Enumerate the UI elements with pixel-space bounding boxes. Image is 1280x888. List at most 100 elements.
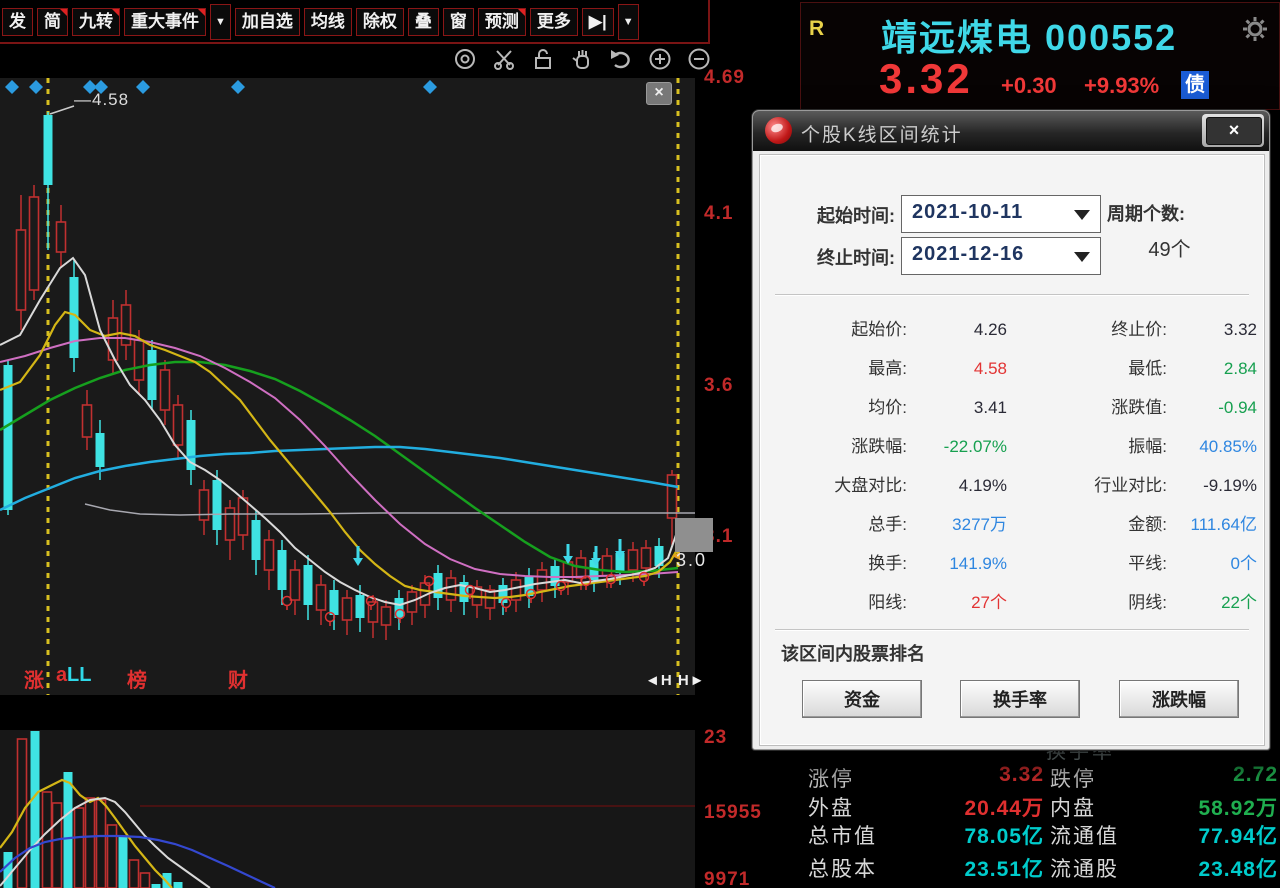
toolbar-button-更多[interactable]: 更多 — [530, 8, 578, 36]
toolbar-button-重大事件[interactable]: 重大事件 — [124, 8, 206, 36]
volume-bar — [86, 798, 95, 888]
stat-label: 行业对比: — [1017, 466, 1167, 505]
stat-value: 3277万 — [911, 505, 1007, 544]
lock-icon[interactable] — [530, 46, 556, 72]
bottom-stats-panel: 涨停3.32跌停2.72外盘20.44万内盘58.92万总市值78.05亿流通值… — [806, 748, 1280, 888]
stock-code: 000552 — [1045, 17, 1177, 58]
stat-label: 总股本 — [808, 853, 877, 883]
volume-bar — [152, 884, 161, 888]
chart-tag-榜: 榜 — [127, 664, 147, 693]
candle — [30, 197, 39, 290]
stat-label: 金额: — [1017, 505, 1167, 544]
stat-value: 27个 — [911, 583, 1007, 622]
stat-value: 2.72 — [1166, 763, 1278, 787]
sell-arrow-head — [353, 558, 363, 566]
ranking-button-资金[interactable]: 资金 — [802, 680, 922, 718]
quote-stat-row: 涨停3.32跌停2.72 — [806, 763, 1280, 789]
toolbar-button-加自选[interactable]: 加自选 — [235, 8, 300, 36]
stat-label: 外盘 — [808, 792, 854, 822]
range-drag-handle[interactable] — [675, 518, 713, 552]
period-count-value: 49个 — [1107, 233, 1232, 262]
toolbar-button-预测[interactable]: 预测 — [478, 8, 526, 36]
stat-value: 20.44万 — [926, 792, 1044, 822]
toolbar-button-▶|[interactable]: ▶| — [582, 8, 614, 36]
chart-tag-LL: LL — [67, 664, 91, 687]
zoom-out-icon[interactable] — [686, 46, 712, 72]
volume-bar — [108, 825, 117, 888]
candle — [343, 598, 352, 620]
margin-r-badge: R — [809, 17, 824, 41]
volume-bar — [174, 882, 183, 888]
kline-chart[interactable] — [0, 78, 695, 695]
start-date-dropdown[interactable]: 2021-10-11 — [901, 195, 1101, 233]
scissors-icon[interactable] — [491, 46, 517, 72]
volume-chart[interactable] — [0, 730, 695, 888]
candle — [239, 498, 248, 535]
candle — [200, 490, 209, 520]
dialog-titlebar[interactable]: 个股K线区间统计 × — [753, 111, 1269, 151]
toolbar-button-简[interactable]: 简 — [37, 8, 68, 36]
stat-label: 流通值 — [1050, 820, 1119, 850]
gear-icon[interactable] — [1241, 15, 1269, 48]
event-diamond-icon[interactable] — [136, 80, 150, 94]
chevron-down-icon — [1074, 210, 1090, 220]
ranking-button-涨跌幅[interactable]: 涨跌幅 — [1119, 680, 1239, 718]
candle — [278, 550, 287, 590]
end-date-label: 终止时间: — [769, 244, 895, 270]
event-diamond-icon[interactable] — [231, 80, 245, 94]
dialog-body: 起始时间: 2021-10-11 终止时间: 2021-12-16 周期个数: … — [760, 155, 1264, 745]
volume-bar — [75, 808, 84, 888]
stat-value: -9.19% — [1171, 466, 1257, 505]
stat-value: 78.05亿 — [926, 820, 1044, 850]
toolbar-button-▼[interactable]: ▼ — [618, 4, 639, 40]
candle — [161, 370, 170, 410]
app-logo-icon — [765, 117, 792, 144]
volume-bar — [4, 852, 13, 888]
axis-label: 4.69 — [704, 67, 782, 89]
candle — [265, 540, 274, 570]
range-nav-handles[interactable]: ◄H H► — [645, 672, 706, 689]
start-date-label: 起始时间: — [769, 202, 895, 228]
axis-label: 15955 — [704, 802, 782, 824]
toolbar-button-窗[interactable]: 窗 — [443, 8, 474, 36]
stat-value: 4.26 — [911, 310, 1007, 349]
volume-bar — [141, 873, 150, 888]
price-change: +0.30 — [1001, 73, 1057, 99]
bond-badge: 债 — [1181, 71, 1209, 99]
stat-label: 起始价: — [761, 310, 907, 349]
undo-icon[interactable] — [608, 46, 634, 72]
candle — [17, 230, 26, 310]
dialog-close-button[interactable]: × — [1206, 117, 1262, 145]
event-diamond-icon[interactable] — [5, 80, 19, 94]
chart-close-icon[interactable]: × — [646, 82, 672, 105]
candle — [252, 520, 261, 560]
event-diamond-icon[interactable] — [29, 80, 43, 94]
candle — [213, 480, 222, 530]
alert-corner-mark — [198, 9, 205, 16]
toolbar-underline — [0, 42, 710, 44]
toolbar-button-叠[interactable]: 叠 — [408, 8, 439, 36]
toolbar-button-除权[interactable]: 除权 — [356, 8, 404, 36]
hand-icon[interactable] — [569, 46, 595, 72]
stat-label: 换手: — [761, 544, 907, 583]
high-price-label: —4.58 — [74, 90, 129, 110]
alert-corner-mark — [112, 9, 119, 16]
ranking-button-换手率[interactable]: 换手率 — [960, 680, 1080, 718]
toolbar-button-发[interactable]: 发 — [2, 8, 33, 36]
toolbar-button-九转[interactable]: 九转 — [72, 8, 120, 36]
zoom-in-icon[interactable] — [647, 46, 673, 72]
candle — [447, 578, 456, 600]
toolbar-button-均线[interactable]: 均线 — [304, 8, 352, 36]
eye-icon[interactable] — [452, 46, 478, 72]
quote-stat-row: 外盘20.44万内盘58.92万 — [806, 792, 1280, 818]
event-diamond-icon[interactable] — [423, 80, 437, 94]
stat-value: 4.58 — [911, 349, 1007, 388]
toolbar-button-▼[interactable]: ▼ — [210, 4, 231, 40]
candle — [382, 607, 391, 625]
candle — [538, 570, 547, 590]
end-date-dropdown[interactable]: 2021-12-16 — [901, 237, 1101, 275]
trading-app-window: 发简九转重大事件▼加自选均线除权叠窗预测更多▶|▼ R 靖远煤电 000552 … — [0, 0, 1280, 888]
stat-value: 4.19% — [911, 466, 1007, 505]
axis-label: 9971 — [704, 869, 782, 888]
dialog-title: 个股K线区间统计 — [801, 120, 963, 147]
